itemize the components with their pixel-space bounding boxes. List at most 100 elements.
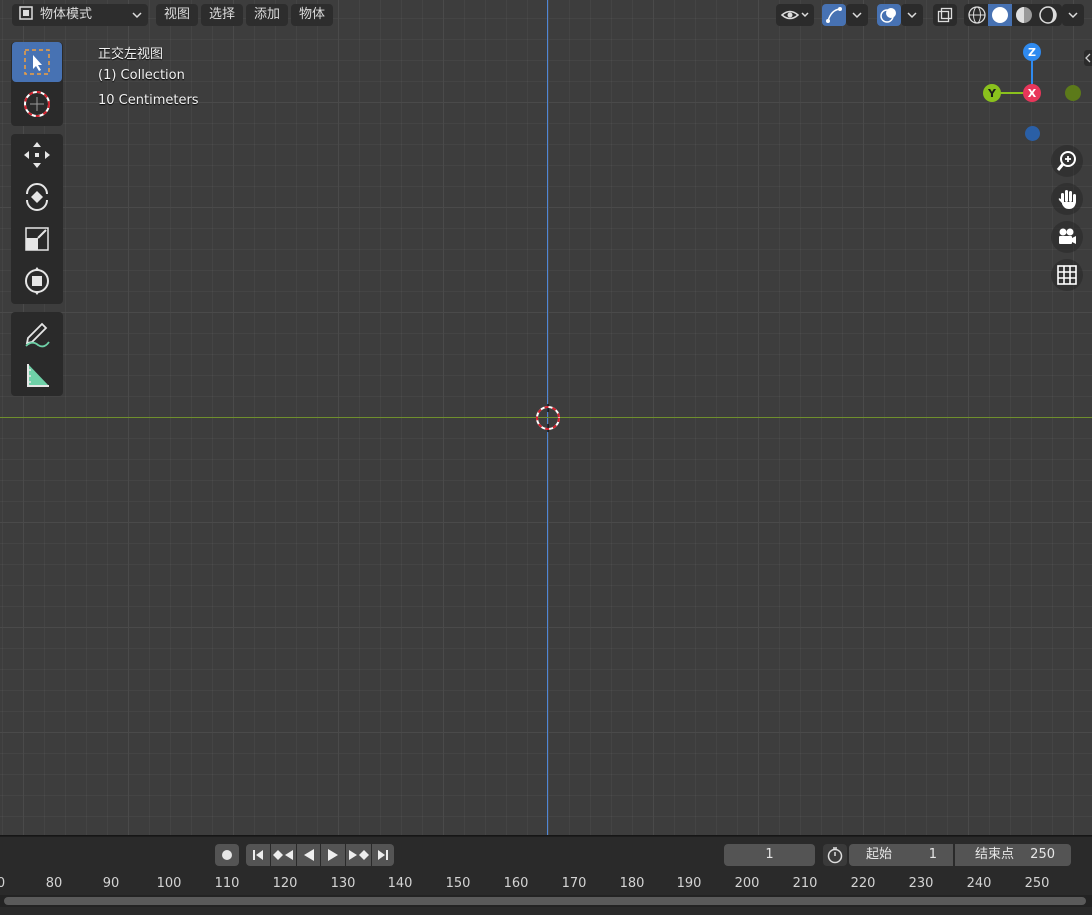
gizmo-neg-z-axis[interactable]: [1025, 126, 1040, 141]
gizmo-y-axis[interactable]: Y: [983, 84, 1001, 102]
shading-group[interactable]: [964, 4, 1062, 26]
gizmo-neg-y-axis[interactable]: [1065, 85, 1081, 101]
transform-icon: [25, 267, 49, 295]
chevron-down-icon: [852, 12, 862, 19]
end-frame-field[interactable]: 结束点 250: [955, 844, 1071, 866]
zoom-in-icon: [1056, 151, 1076, 171]
sidebar-toggle[interactable]: [1084, 50, 1092, 66]
start-frame-field[interactable]: 起始 1: [849, 844, 953, 866]
xray-toggle[interactable]: [933, 4, 957, 26]
menu-add[interactable]: 添加: [246, 4, 289, 26]
xray-icon: [937, 7, 953, 23]
wireframe-shading-icon[interactable]: [966, 4, 988, 26]
hand-icon: [1058, 190, 1076, 209]
select-box-icon: [24, 49, 50, 75]
rendered-shading-icon[interactable]: [1036, 4, 1060, 26]
toolbar-annotate-group: [11, 312, 63, 396]
frame-ruler[interactable]: 0 80 90 100 110 120 130 140 150 160 170 …: [0, 872, 1092, 894]
jump-end-icon: [378, 850, 389, 860]
ruler-tick-150: 150: [445, 876, 471, 891]
mode-selector[interactable]: 物体模式: [12, 4, 148, 26]
timeline-scrollbar[interactable]: [0, 895, 1092, 907]
play-icon: [328, 849, 339, 861]
move-tool[interactable]: [12, 135, 62, 175]
jump-start-button[interactable]: [246, 844, 270, 866]
timeline-scrollbar-thumb[interactable]: [4, 897, 1086, 905]
grid-scale-label: 10 Centimeters: [98, 93, 199, 108]
perspective-toggle-button[interactable]: [1051, 259, 1083, 291]
gizmo-toggle[interactable]: [822, 4, 846, 26]
current-frame-field[interactable]: 1: [724, 844, 815, 866]
pan-button[interactable]: [1051, 183, 1083, 215]
ruler-tick-0: 0: [0, 876, 6, 891]
ruler-tick-120: 120: [272, 876, 298, 891]
grid-icon: [1057, 265, 1077, 285]
play-button[interactable]: [321, 844, 345, 866]
ruler-tick-130: 130: [330, 876, 356, 891]
ruler-tick-80: 80: [45, 876, 63, 891]
3d-cursor-icon[interactable]: [534, 404, 562, 432]
ruler-tick-240: 240: [966, 876, 992, 891]
solid-shading-icon: [992, 7, 1008, 23]
overlays-dropdown[interactable]: [901, 4, 923, 26]
ruler-tick-170: 170: [561, 876, 587, 891]
gizmo-dropdown[interactable]: [846, 4, 868, 26]
end-frame-value: 250: [1030, 847, 1055, 862]
ruler-tick-220: 220: [850, 876, 876, 891]
ruler-icon: [27, 364, 49, 387]
collection-label: (1) Collection: [98, 68, 185, 83]
record-icon: [222, 850, 232, 860]
overlays-toggle[interactable]: [877, 4, 901, 26]
start-frame-label: 起始: [866, 847, 893, 862]
measure-tool[interactable]: [12, 355, 62, 395]
record-button[interactable]: [215, 844, 239, 866]
zoom-button[interactable]: [1051, 145, 1083, 177]
ruler-tick-230: 230: [908, 876, 934, 891]
gizmo-x-axis[interactable]: X: [1023, 84, 1041, 102]
ruler-tick-200: 200: [734, 876, 760, 891]
mode-label: 物体模式: [40, 7, 93, 22]
gizmo-z-axis[interactable]: Z: [1023, 43, 1041, 61]
play-reverse-button[interactable]: [296, 844, 321, 866]
prev-keyframe-icon: [273, 850, 294, 860]
transform-tool[interactable]: [12, 261, 62, 301]
jump-end-button[interactable]: [372, 844, 394, 866]
toolbar-transform-group: [11, 134, 63, 304]
ruler-tick-100: 100: [156, 876, 182, 891]
preview-range-toggle[interactable]: [823, 844, 847, 866]
solid-shading-button[interactable]: [988, 4, 1012, 26]
camera-view-button[interactable]: [1051, 221, 1083, 253]
ruler-tick-190: 190: [676, 876, 702, 891]
stopwatch-icon: [827, 847, 843, 864]
chevron-down-icon: [132, 12, 142, 19]
ruler-tick-140: 140: [387, 876, 413, 891]
cursor-tool[interactable]: [12, 84, 62, 124]
select-box-tool[interactable]: [12, 42, 62, 82]
ruler-tick-90: 90: [102, 876, 120, 891]
ruler-tick-110: 110: [214, 876, 240, 891]
3d-viewport[interactable]: 物体模式 视图 选择 添加 物体 正交左视图 (1) Collection 10…: [0, 0, 1092, 836]
next-keyframe-icon: [348, 850, 369, 860]
rotate-tool[interactable]: [12, 177, 62, 217]
chevron-down-icon: [1068, 12, 1078, 19]
visibility-dropdown[interactable]: [776, 4, 814, 26]
object-mode-icon: [19, 6, 33, 20]
next-keyframe-button[interactable]: [345, 844, 372, 866]
scale-tool[interactable]: [12, 219, 62, 259]
timeline-panel: 1 起始 1 结束点 250 0 80 90 100 110 120 130 1…: [0, 837, 1092, 915]
menu-view[interactable]: 视图: [156, 4, 199, 26]
prev-keyframe-button[interactable]: [270, 844, 296, 866]
material-shading-icon[interactable]: [1012, 4, 1036, 26]
overlays-icon: [880, 8, 896, 23]
navigation-gizmo[interactable]: Z Y X: [975, 40, 1085, 150]
shading-dropdown[interactable]: [1062, 4, 1084, 26]
rotate-icon: [26, 183, 48, 211]
play-reverse-icon: [303, 849, 314, 861]
ruler-tick-180: 180: [619, 876, 645, 891]
toolbar-select-group: [11, 42, 63, 126]
scale-icon: [25, 227, 49, 251]
end-frame-label: 结束点: [975, 847, 1015, 862]
annotate-tool[interactable]: [12, 313, 62, 353]
menu-select[interactable]: 选择: [201, 4, 244, 26]
menu-object[interactable]: 物体: [291, 4, 334, 26]
